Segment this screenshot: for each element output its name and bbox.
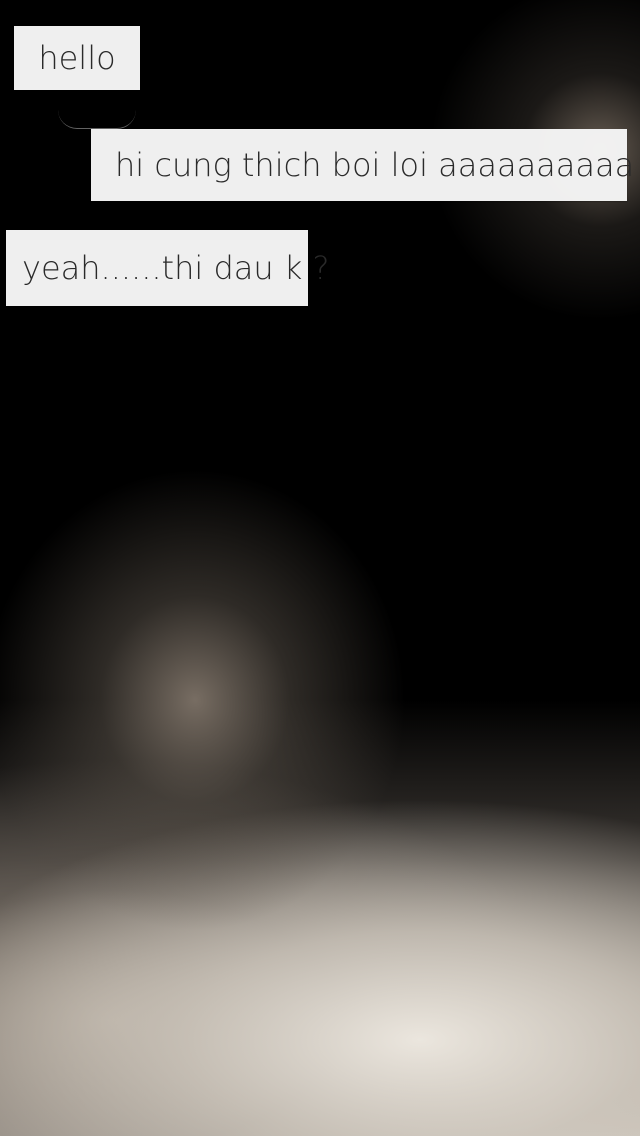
message-text: hi cung thich boi loi aaaaaaaaaa	[115, 146, 635, 184]
message-bubble-3[interactable]: yeah......thi dau k ?	[6, 230, 330, 306]
message-text: yeah......thi dau k ?	[22, 249, 330, 287]
message-text: hello	[38, 39, 116, 77]
chat-screen: hello hi cung thich boi loi aaaaaaaaaa y…	[0, 0, 640, 1136]
message-tail-decoration	[58, 110, 136, 129]
message-bubble-2[interactable]: hi cung thich boi loi aaaaaaaaaa	[91, 129, 634, 201]
message-bubble-1[interactable]: hello	[14, 26, 140, 90]
